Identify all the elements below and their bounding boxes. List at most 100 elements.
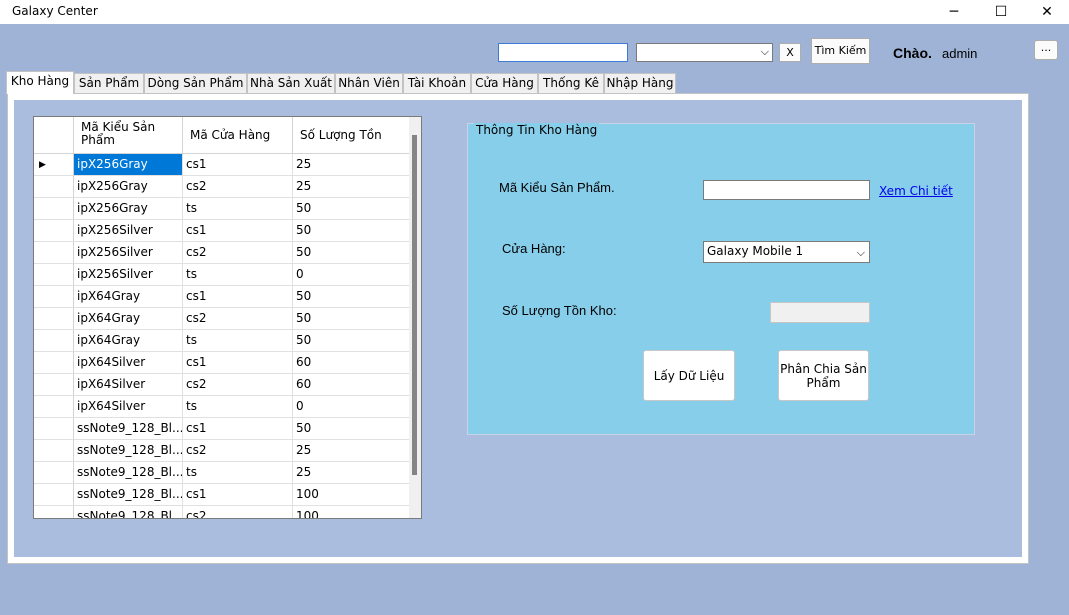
row-header[interactable]	[34, 198, 74, 220]
product-code-cell[interactable]: ipX256Silver	[74, 264, 183, 286]
table-row[interactable]: ssNote9_128_Bl... cs2 100	[34, 506, 410, 518]
row-header[interactable]	[34, 506, 74, 518]
store-code-cell[interactable]: cs2	[183, 374, 293, 396]
tab-nha-san-xuat[interactable]: Nhà Sản Xuất	[247, 73, 335, 93]
table-row[interactable]: ipX64Silver cs2 60	[34, 374, 410, 396]
table-row[interactable]: ssNote9_128_Bl... ts 25	[34, 462, 410, 484]
stock-cell[interactable]: 50	[293, 286, 410, 308]
store-code-cell[interactable]: cs1	[183, 220, 293, 242]
row-header[interactable]	[34, 396, 74, 418]
stock-cell[interactable]: 25	[293, 154, 410, 176]
fetch-data-button[interactable]: Lấy Dữ Liệu	[643, 350, 735, 401]
tab-thong-ke[interactable]: Thống Kê	[538, 73, 604, 93]
table-row[interactable]: ipX64Gray ts 50	[34, 330, 410, 352]
grid-scrollbar[interactable]	[409, 117, 421, 518]
row-header[interactable]	[34, 242, 74, 264]
stock-cell[interactable]: 100	[293, 484, 410, 506]
row-header[interactable]	[34, 308, 74, 330]
product-code-cell[interactable]: ssNote9_128_Bl...	[74, 506, 183, 518]
table-row[interactable]: ipX256Gray cs2 25	[34, 176, 410, 198]
distribute-product-button[interactable]: Phân Chia Sản Phẩm	[778, 350, 869, 401]
row-header[interactable]	[34, 374, 74, 396]
more-button[interactable]: ...	[1034, 40, 1058, 60]
row-header[interactable]	[34, 440, 74, 462]
store-code-cell[interactable]: cs1	[183, 286, 293, 308]
row-header[interactable]	[34, 286, 74, 308]
table-row[interactable]: ipX64Silver ts 0	[34, 396, 410, 418]
store-code-cell[interactable]: ts	[183, 198, 293, 220]
store-code-cell[interactable]: ts	[183, 330, 293, 352]
stock-cell[interactable]: 25	[293, 462, 410, 484]
table-row[interactable]: ▶ ipX256Gray cs1 25	[34, 154, 410, 176]
row-header[interactable]	[34, 330, 74, 352]
table-row[interactable]: ipX64Silver cs1 60	[34, 352, 410, 374]
product-code-cell[interactable]: ipX64Gray	[74, 308, 183, 330]
stock-cell[interactable]: 0	[293, 396, 410, 418]
stock-cell[interactable]: 50	[293, 198, 410, 220]
row-header[interactable]	[34, 352, 74, 374]
search-input[interactable]	[498, 43, 628, 62]
close-button[interactable]: ✕	[1024, 0, 1069, 24]
table-row[interactable]: ipX256Silver cs1 50	[34, 220, 410, 242]
table-row[interactable]: ipX256Silver cs2 50	[34, 242, 410, 264]
product-code-input[interactable]	[703, 180, 870, 200]
stock-cell[interactable]: 50	[293, 330, 410, 352]
maximize-button[interactable]: ☐	[978, 0, 1024, 24]
product-code-cell[interactable]: ipX256Gray	[74, 154, 183, 176]
row-header[interactable]	[34, 176, 74, 198]
stock-cell[interactable]: 25	[293, 440, 410, 462]
view-details-link[interactable]: Xem Chi tiết	[879, 184, 953, 198]
product-code-cell[interactable]: ipX256Silver	[74, 220, 183, 242]
table-row[interactable]: ssNote9_128_Bl... cs1 100	[34, 484, 410, 506]
tab-cua-hang[interactable]: Cửa Hàng	[471, 73, 538, 93]
product-code-cell[interactable]: ssNote9_128_Bl...	[74, 440, 183, 462]
stock-cell[interactable]: 60	[293, 374, 410, 396]
tab-san-pham[interactable]: Sản Phẩm	[74, 73, 144, 93]
scrollbar-thumb[interactable]	[412, 135, 417, 475]
row-header[interactable]: ▶	[34, 154, 74, 176]
table-row[interactable]: ssNote9_128_Bl... cs2 25	[34, 440, 410, 462]
stock-cell[interactable]: 0	[293, 264, 410, 286]
stock-cell[interactable]: 25	[293, 176, 410, 198]
product-code-cell[interactable]: ipX64Silver	[74, 352, 183, 374]
inventory-grid[interactable]: Mã Kiểu Sản Phẩm Mã Cửa Hàng Số Lượng Tồ…	[33, 116, 422, 519]
store-code-cell[interactable]: cs2	[183, 176, 293, 198]
product-code-cell[interactable]: ssNote9_128_Bl...	[74, 418, 183, 440]
product-code-cell[interactable]: ipX64Gray	[74, 286, 183, 308]
stock-cell[interactable]: 50	[293, 242, 410, 264]
search-button[interactable]: Tìm Kiếm	[811, 38, 870, 64]
store-code-cell[interactable]: cs1	[183, 484, 293, 506]
stock-cell[interactable]: 100	[293, 506, 410, 518]
table-row[interactable]: ipX256Silver ts 0	[34, 264, 410, 286]
row-header[interactable]	[34, 462, 74, 484]
tab-nhan-vien[interactable]: Nhân Viên	[335, 73, 403, 93]
stock-cell[interactable]: 60	[293, 352, 410, 374]
product-code-cell[interactable]: ipX64Silver	[74, 374, 183, 396]
store-code-cell[interactable]: cs1	[183, 418, 293, 440]
product-code-cell[interactable]: ipX256Silver	[74, 242, 183, 264]
stock-cell[interactable]: 50	[293, 418, 410, 440]
column-header-product-code[interactable]: Mã Kiểu Sản Phẩm	[74, 117, 183, 154]
tab-kho-hang[interactable]: Kho Hàng	[6, 71, 74, 94]
store-code-cell[interactable]: ts	[183, 396, 293, 418]
store-select[interactable]: Galaxy Mobile 1 ⌵	[703, 241, 870, 263]
store-code-cell[interactable]: cs2	[183, 308, 293, 330]
tab-dong-san-pham[interactable]: Dòng Sản Phẩm	[144, 73, 247, 93]
store-code-cell[interactable]: cs2	[183, 506, 293, 518]
store-code-cell[interactable]: cs1	[183, 154, 293, 176]
store-code-cell[interactable]: cs2	[183, 440, 293, 462]
product-code-cell[interactable]: ipX256Gray	[74, 198, 183, 220]
row-header[interactable]	[34, 264, 74, 286]
stock-cell[interactable]: 50	[293, 220, 410, 242]
stock-cell[interactable]: 50	[293, 308, 410, 330]
row-header[interactable]	[34, 418, 74, 440]
tab-tai-khoan[interactable]: Tài Khoản	[403, 73, 471, 93]
table-row[interactable]: ssNote9_128_Bl... cs1 50	[34, 418, 410, 440]
store-code-cell[interactable]: ts	[183, 264, 293, 286]
table-row[interactable]: ipX256Gray ts 50	[34, 198, 410, 220]
column-header-store-code[interactable]: Mã Cửa Hàng	[183, 117, 293, 154]
tab-nhap-hang[interactable]: Nhập Hàng	[604, 73, 676, 93]
store-code-cell[interactable]: ts	[183, 462, 293, 484]
product-code-cell[interactable]: ipX256Gray	[74, 176, 183, 198]
row-header[interactable]	[34, 484, 74, 506]
